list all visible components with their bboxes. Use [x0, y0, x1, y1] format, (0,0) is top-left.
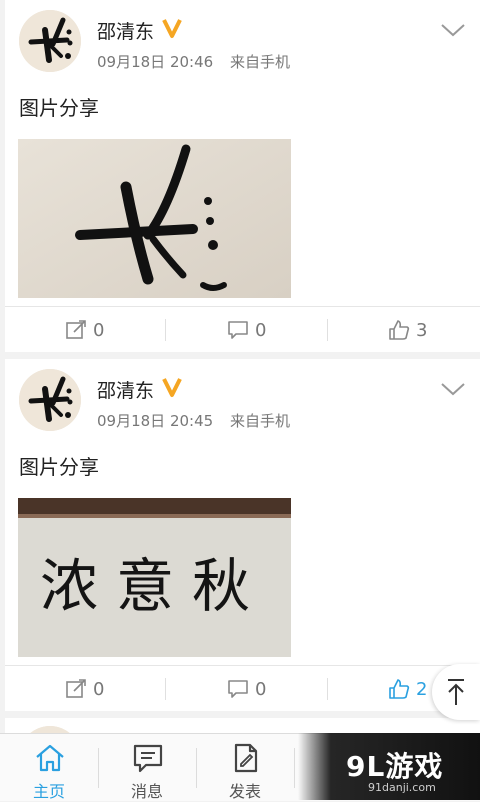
avatar[interactable] [19, 369, 81, 431]
tab-label: 发表 [228, 782, 261, 801]
divider [165, 319, 166, 341]
verified-v-icon [162, 378, 182, 397]
back-to-top-button[interactable] [432, 664, 480, 720]
home-icon [36, 744, 64, 772]
watermark: 9L游戏 91danji.com [298, 733, 480, 800]
post-text: 图片分享 [19, 455, 99, 479]
post-card[interactable]: 邵清东 09月18日 20:45 来自手机 图片分享 浓意秋 0 0 2 [5, 359, 480, 711]
comment-icon [228, 680, 248, 698]
watermark-url: 91danji.com [368, 781, 436, 794]
like-button[interactable]: 2 [388, 666, 427, 712]
avatar[interactable] [19, 10, 81, 72]
like-button[interactable]: 3 [388, 307, 427, 353]
calligraphy-text: 浓意秋 [40, 552, 268, 620]
post-date: 09月18日 20:46 [97, 53, 214, 71]
repost-count: 0 [93, 319, 105, 341]
compose-icon [234, 743, 258, 773]
avatar[interactable] [19, 726, 81, 733]
tab-home[interactable]: 主页 [0, 734, 98, 801]
chevron-down-icon[interactable] [440, 22, 466, 38]
divider [165, 678, 166, 700]
post-actions: 0 0 2 [5, 665, 480, 712]
post-photo[interactable]: 浓意秋 [18, 498, 291, 657]
comment-count: 0 [255, 319, 267, 341]
username[interactable]: 邵清东 [97, 17, 154, 44]
repost-count: 0 [93, 678, 105, 700]
post-source: 来自手机 [229, 53, 290, 71]
repost-button[interactable]: 0 [65, 307, 104, 353]
like-count: 2 [416, 678, 428, 700]
tab-label: 主页 [32, 782, 65, 801]
watermark-logo: 9L游戏 [346, 750, 444, 783]
post-card[interactable]: 邵清东 09月18日 20:46 来自手机 图片分享 0 0 3 [5, 0, 480, 352]
comment-icon [228, 321, 248, 339]
chevron-down-icon[interactable] [440, 381, 466, 397]
post-card[interactable] [5, 718, 480, 733]
comment-button[interactable]: 0 [227, 307, 266, 353]
comment-button[interactable]: 0 [227, 666, 266, 712]
tab-label: 消息 [130, 782, 163, 801]
thumbs-up-icon [389, 679, 410, 699]
tab-messages[interactable]: 消息 [98, 734, 196, 801]
thumbs-up-icon [389, 320, 410, 340]
repost-button[interactable]: 0 [65, 666, 104, 712]
username[interactable]: 邵清东 [97, 376, 154, 403]
comment-count: 0 [255, 678, 267, 700]
post-meta: 09月18日 20:45 来自手机 [97, 410, 302, 431]
message-icon [133, 744, 163, 773]
post-text: 图片分享 [19, 96, 99, 120]
post-actions: 0 0 3 [5, 306, 480, 353]
repost-icon [66, 679, 86, 698]
like-count: 3 [416, 319, 428, 341]
divider [327, 678, 328, 700]
post-source: 来自手机 [229, 412, 290, 430]
divider [327, 319, 328, 341]
tab-compose[interactable]: 发表 [196, 734, 294, 801]
post-date: 09月18日 20:45 [97, 412, 214, 430]
post-meta: 09月18日 20:46 来自手机 [97, 51, 302, 72]
verified-v-icon [162, 19, 182, 38]
feed: 邵清东 09月18日 20:46 来自手机 图片分享 0 0 3 邵清东 09月… [0, 0, 480, 733]
post-photo[interactable] [18, 139, 291, 298]
arrow-up-icon [448, 679, 464, 705]
repost-icon [66, 320, 86, 339]
divider [294, 748, 295, 788]
